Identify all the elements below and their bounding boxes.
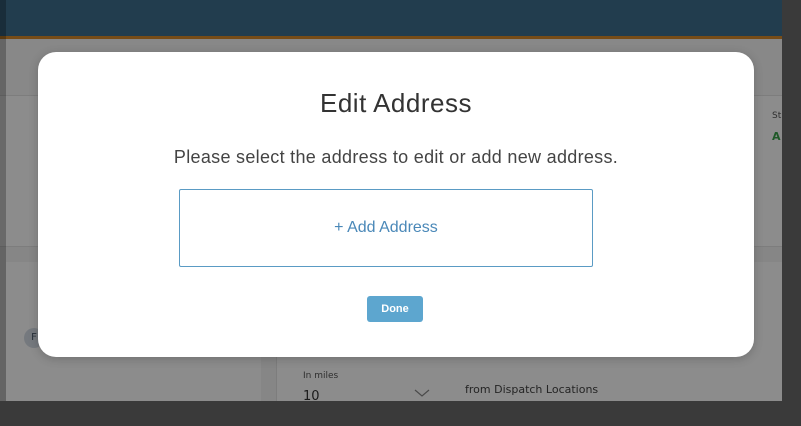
window-right-frame (782, 0, 801, 426)
dialog-title: Edit Address (320, 88, 472, 118)
window-bottom-frame (0, 401, 801, 426)
screen: St A F In miles 10 from Dispatch Locatio… (0, 0, 801, 426)
edit-address-dialog: Edit Address Please select the address t… (38, 52, 754, 357)
done-button[interactable]: Done (367, 296, 423, 322)
add-address-label: + Add Address (334, 219, 438, 236)
dialog-subtitle: Please select the address to edit or add… (173, 147, 619, 167)
add-address-button[interactable]: + Add Address (179, 189, 593, 267)
